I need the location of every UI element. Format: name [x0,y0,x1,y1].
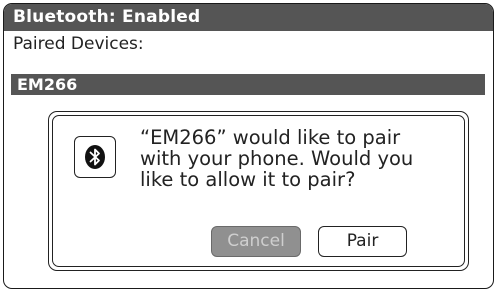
cancel-button[interactable]: Cancel [211,226,301,257]
bluetooth-icon [74,136,116,178]
pair-button[interactable]: Pair [318,226,407,257]
pair-request-dialog: “EM266” would like to pair with your pho… [48,111,469,271]
pair-message: “EM266” would like to pair with your pho… [140,126,414,191]
paired-devices-label: Paired Devices: [13,34,144,54]
bluetooth-screen: Bluetooth: Enabled Paired Devices: EM266… [3,3,494,289]
screen-title: Bluetooth: Enabled [4,4,493,31]
bluetooth-glyph-icon [85,145,105,169]
paired-device-item[interactable]: EM266 [11,74,485,95]
dialog-frame: “EM266” would like to pair with your pho… [52,115,465,267]
